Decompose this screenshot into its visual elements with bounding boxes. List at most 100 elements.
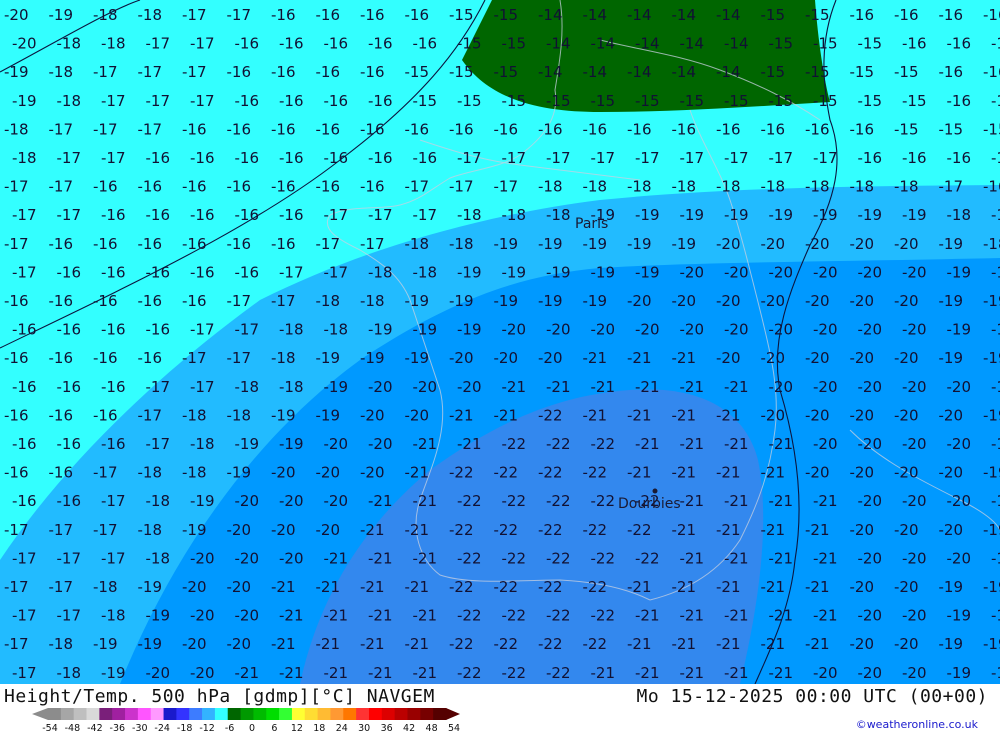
temperature-label: -16 — [271, 6, 296, 24]
temperature-label: -16 — [939, 6, 964, 24]
temperature-label: -17 — [12, 206, 37, 224]
temperature-label: -20 — [761, 406, 786, 424]
temperature-label: -20 — [813, 263, 838, 281]
legend-tick-label: 48 — [426, 723, 438, 732]
temperature-label: -21 — [627, 349, 652, 367]
temperature-label: -16 — [182, 120, 207, 138]
legend-swatch — [60, 708, 75, 720]
temperature-label: -15 — [680, 92, 705, 110]
temperature-label: -21 — [635, 435, 660, 453]
temperature-label: -18 — [502, 206, 527, 224]
temperature-label: -19 — [991, 492, 1000, 510]
legend-swatch — [125, 708, 139, 720]
legend-swatch — [304, 708, 319, 720]
temperature-label: -19 — [991, 549, 1000, 567]
temperature-label: -18 — [101, 35, 126, 53]
temperature-label: -19 — [405, 292, 430, 310]
temperature-label: -20 — [813, 664, 838, 682]
temperature-label: -21 — [761, 521, 786, 539]
temperature-label: -16 — [413, 35, 438, 53]
temperature-label: -20 — [724, 263, 749, 281]
temperature-label: -18 — [538, 178, 563, 196]
temperature-label: -17 — [12, 664, 37, 682]
temperature-label: -19 — [991, 435, 1000, 453]
temperature-label: -17 — [813, 149, 838, 167]
temperature-label: -17 — [146, 435, 171, 453]
temperature-label: -19 — [494, 235, 519, 253]
temperature-label: -18 — [93, 6, 118, 24]
temperature-label: -21 — [316, 578, 341, 596]
legend-tick-label: 42 — [403, 723, 415, 732]
temperature-label: -19 — [494, 292, 519, 310]
temperature-label: -20 — [182, 635, 207, 653]
temperature-label: -20 — [894, 521, 919, 539]
temperature-label: -21 — [627, 406, 652, 424]
temperature-label: -14 — [716, 63, 741, 81]
temperature-label: -16 — [271, 120, 296, 138]
temperature-label: -22 — [546, 492, 571, 510]
temperature-label: -20 — [902, 435, 927, 453]
temperature-label: -17 — [4, 635, 29, 653]
temperature-label: -17 — [12, 549, 37, 567]
temperature-label: -16 — [360, 63, 385, 81]
temperature-label: -15 — [983, 120, 1000, 138]
temperature-label: -22 — [538, 635, 563, 653]
temperature-label: -16 — [138, 178, 163, 196]
temperature-label: -20 — [805, 406, 830, 424]
temperature-label: -16 — [4, 349, 29, 367]
temperature-label: -20 — [894, 349, 919, 367]
temperature-label: -17 — [138, 120, 163, 138]
temperature-label: -16 — [57, 321, 82, 339]
credit-link[interactable]: ©weatheronline.co.uk — [856, 718, 978, 731]
temperature-label: -19 — [991, 321, 1000, 339]
temperature-label: -17 — [991, 206, 1000, 224]
temperature-label: -15 — [769, 92, 794, 110]
temperature-label: -21 — [413, 549, 438, 567]
temperature-label: -20 — [449, 349, 474, 367]
temperature-label: -16 — [316, 178, 341, 196]
temperature-label: -16 — [235, 92, 260, 110]
temperature-label: -16 — [49, 464, 74, 482]
temperature-label: -16 — [360, 6, 385, 24]
legend-swatch — [137, 708, 152, 720]
temperature-label: -17 — [4, 178, 29, 196]
temperature-label: -16 — [947, 92, 972, 110]
legend-tick-label: -30 — [132, 723, 148, 732]
temperature-label: -15 — [761, 63, 786, 81]
legend-tick-label: 30 — [358, 723, 370, 732]
legend-swatch — [202, 708, 216, 720]
temperature-label: -17 — [12, 263, 37, 281]
temperature-label: -16 — [12, 378, 37, 396]
temperature-label: -16 — [190, 206, 215, 224]
temperature-label: -16 — [991, 149, 1000, 167]
legend-swatch — [407, 708, 421, 720]
temperature-label: -19 — [983, 464, 1000, 482]
temperature-label: -19 — [546, 263, 571, 281]
temperature-label: -19 — [769, 206, 794, 224]
legend-swatch — [368, 708, 383, 720]
temperature-label: -17 — [190, 321, 215, 339]
temperature-label: -20 — [680, 263, 705, 281]
temperature-label: -19 — [235, 435, 260, 453]
temperature-label: -17 — [939, 178, 964, 196]
temperature-label: -19 — [902, 206, 927, 224]
temperature-label: -21 — [360, 635, 385, 653]
temperature-label: -16 — [324, 92, 349, 110]
temperature-label: -21 — [583, 406, 608, 424]
temperature-label: -22 — [494, 464, 519, 482]
temperature-label: -18 — [138, 6, 163, 24]
temperature-label: -20 — [850, 235, 875, 253]
temperature-label: -16 — [494, 120, 519, 138]
temperature-label: -21 — [405, 521, 430, 539]
temperature-label: -19 — [627, 235, 652, 253]
temperature-label: -16 — [146, 149, 171, 167]
temperature-label: -21 — [235, 664, 260, 682]
temperature-label: -18 — [271, 349, 296, 367]
temperature-label: -17 — [457, 149, 482, 167]
temperature-label: -19 — [983, 578, 1000, 596]
temperature-label: -16 — [235, 263, 260, 281]
temperature-label: -15 — [939, 120, 964, 138]
temperature-label: -19 — [991, 664, 1000, 682]
temperature-label: -16 — [182, 235, 207, 253]
temperature-label: -16 — [4, 406, 29, 424]
